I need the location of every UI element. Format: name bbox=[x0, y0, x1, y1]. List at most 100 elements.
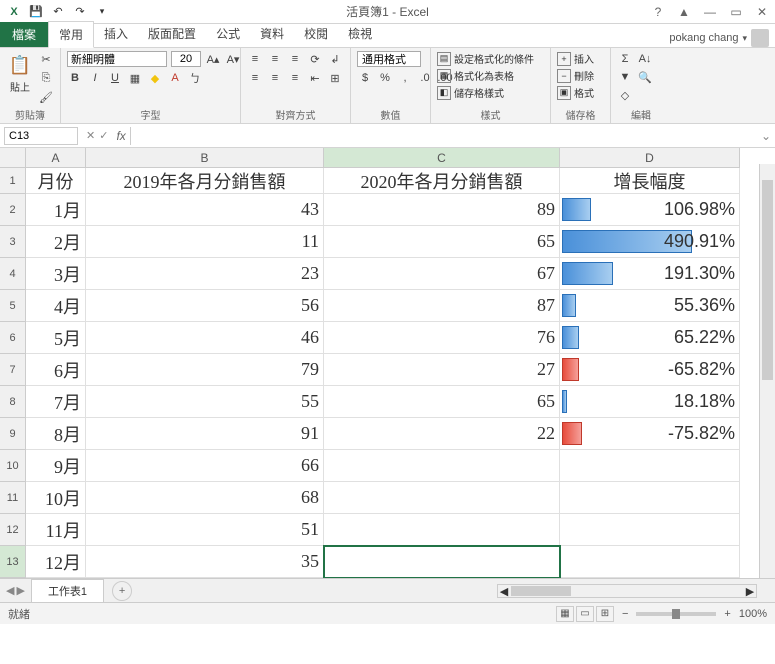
align-left-icon[interactable]: ≡ bbox=[247, 70, 263, 86]
cell-A2[interactable]: 1月 bbox=[26, 194, 86, 226]
currency-icon[interactable]: $ bbox=[357, 70, 373, 86]
font-size-input[interactable] bbox=[171, 51, 201, 67]
cell-D7[interactable]: -65.82% bbox=[560, 354, 740, 386]
border-icon[interactable]: ▦ bbox=[127, 70, 143, 86]
cell-D1[interactable]: 增長幅度 bbox=[560, 168, 740, 194]
row-header-6[interactable]: 6 bbox=[0, 322, 26, 354]
expand-formula-icon[interactable]: ⌄ bbox=[757, 129, 775, 143]
cell-C11[interactable] bbox=[324, 482, 560, 514]
cell-D11[interactable] bbox=[560, 482, 740, 514]
cell-A4[interactable]: 3月 bbox=[26, 258, 86, 290]
format-painter-icon[interactable]: 🖌 bbox=[38, 89, 54, 105]
row-header-7[interactable]: 7 bbox=[0, 354, 26, 386]
horizontal-scrollbar[interactable]: ◀▶ bbox=[497, 584, 757, 598]
cell-B5[interactable]: 56 bbox=[86, 290, 324, 322]
font-color-icon[interactable]: A bbox=[167, 70, 183, 86]
cell-A7[interactable]: 6月 bbox=[26, 354, 86, 386]
ribbon-tab-3[interactable]: 公式 bbox=[206, 21, 250, 47]
copy-icon[interactable]: ⎘ bbox=[38, 70, 54, 86]
cell-D8[interactable]: 18.18% bbox=[560, 386, 740, 418]
align-center-icon[interactable]: ≡ bbox=[267, 70, 283, 86]
sheet-nav-prev-icon[interactable]: ◀ bbox=[6, 584, 14, 597]
cell-D13[interactable] bbox=[560, 546, 740, 578]
add-sheet-button[interactable]: + bbox=[112, 581, 132, 601]
cell-C7[interactable]: 27 bbox=[324, 354, 560, 386]
redo-icon[interactable]: ↷ bbox=[72, 4, 88, 20]
cell-A5[interactable]: 4月 bbox=[26, 290, 86, 322]
cell-C6[interactable]: 76 bbox=[324, 322, 560, 354]
align-middle-icon[interactable]: ≡ bbox=[267, 51, 283, 67]
ribbon-tab-0[interactable]: 常用 bbox=[48, 21, 94, 48]
minimize-icon[interactable]: — bbox=[701, 5, 719, 19]
autosum-icon[interactable]: Σ bbox=[617, 51, 633, 67]
cell-D3[interactable]: 490.91% bbox=[560, 226, 740, 258]
cell-A13[interactable]: 12月 bbox=[26, 546, 86, 578]
cell-D2[interactable]: 106.98% bbox=[560, 194, 740, 226]
underline-icon[interactable]: U bbox=[107, 70, 123, 86]
formula-bar[interactable] bbox=[130, 127, 757, 145]
row-header-4[interactable]: 4 bbox=[0, 258, 26, 290]
align-top-icon[interactable]: ≡ bbox=[247, 51, 263, 67]
cell-B10[interactable]: 66 bbox=[86, 450, 324, 482]
find-icon[interactable]: 🔍 bbox=[637, 69, 653, 85]
zoom-slider[interactable] bbox=[636, 612, 716, 616]
page-break-view-icon[interactable]: ⊞ bbox=[596, 606, 614, 622]
insert-cells-button[interactable]: +插入 bbox=[557, 51, 594, 66]
user-account[interactable]: pokang chang ▾ bbox=[669, 29, 769, 47]
cell-A1[interactable]: 月份 bbox=[26, 168, 86, 194]
cell-B7[interactable]: 79 bbox=[86, 354, 324, 386]
row-header-5[interactable]: 5 bbox=[0, 290, 26, 322]
align-right-icon[interactable]: ≡ bbox=[287, 70, 303, 86]
cell-B1[interactable]: 2019年各月分銷售額 bbox=[86, 168, 324, 194]
maximize-icon[interactable]: ▭ bbox=[727, 5, 745, 19]
cell-B8[interactable]: 55 bbox=[86, 386, 324, 418]
conditional-format-button[interactable]: ▤設定格式化的條件 bbox=[437, 51, 534, 66]
ribbon-tab-4[interactable]: 資料 bbox=[250, 21, 294, 47]
save-icon[interactable]: 💾 bbox=[28, 4, 44, 20]
indent-left-icon[interactable]: ⇤ bbox=[307, 70, 323, 86]
cell-A6[interactable]: 5月 bbox=[26, 322, 86, 354]
comma-icon[interactable]: , bbox=[397, 70, 413, 86]
format-as-table-button[interactable]: ▦格式化為表格 bbox=[437, 68, 514, 83]
row-header-3[interactable]: 3 bbox=[0, 226, 26, 258]
cell-C10[interactable] bbox=[324, 450, 560, 482]
clear-icon[interactable]: ◇ bbox=[617, 87, 633, 103]
qat-dropdown-icon[interactable]: ▾ bbox=[94, 4, 110, 20]
fill-color-icon[interactable]: ◆ bbox=[147, 70, 163, 86]
cell-B6[interactable]: 46 bbox=[86, 322, 324, 354]
col-header-B[interactable]: B bbox=[86, 148, 324, 168]
cell-B3[interactable]: 11 bbox=[86, 226, 324, 258]
ribbon-tab-5[interactable]: 校閱 bbox=[294, 21, 338, 47]
cell-C12[interactable] bbox=[324, 514, 560, 546]
increase-font-icon[interactable]: A▴ bbox=[205, 51, 221, 67]
cell-A12[interactable]: 11月 bbox=[26, 514, 86, 546]
cell-B4[interactable]: 23 bbox=[86, 258, 324, 290]
cell-C4[interactable]: 67 bbox=[324, 258, 560, 290]
zoom-out-icon[interactable]: − bbox=[622, 608, 628, 620]
row-header-2[interactable]: 2 bbox=[0, 194, 26, 226]
sort-icon[interactable]: A↓ bbox=[637, 51, 653, 67]
cell-B2[interactable]: 43 bbox=[86, 194, 324, 226]
delete-cells-button[interactable]: −刪除 bbox=[557, 68, 594, 83]
cell-B12[interactable]: 51 bbox=[86, 514, 324, 546]
row-header-10[interactable]: 10 bbox=[0, 450, 26, 482]
format-cells-button[interactable]: ▣格式 bbox=[557, 85, 594, 100]
col-header-D[interactable]: D bbox=[560, 148, 740, 168]
row-header-12[interactable]: 12 bbox=[0, 514, 26, 546]
orientation-icon[interactable]: ⟳ bbox=[307, 51, 323, 67]
font-name-input[interactable] bbox=[67, 51, 167, 67]
cell-C5[interactable]: 87 bbox=[324, 290, 560, 322]
page-layout-view-icon[interactable]: ▭ bbox=[576, 606, 594, 622]
sheet-tab[interactable]: 工作表1 bbox=[31, 579, 104, 602]
italic-icon[interactable]: I bbox=[87, 70, 103, 86]
cell-D4[interactable]: 191.30% bbox=[560, 258, 740, 290]
normal-view-icon[interactable]: ▦ bbox=[556, 606, 574, 622]
percent-icon[interactable]: % bbox=[377, 70, 393, 86]
cell-C8[interactable]: 65 bbox=[324, 386, 560, 418]
row-header-8[interactable]: 8 bbox=[0, 386, 26, 418]
decrease-font-icon[interactable]: A▾ bbox=[225, 51, 241, 67]
cell-A3[interactable]: 2月 bbox=[26, 226, 86, 258]
close-icon[interactable]: ✕ bbox=[753, 5, 771, 19]
align-bottom-icon[interactable]: ≡ bbox=[287, 51, 303, 67]
row-header-1[interactable]: 1 bbox=[0, 168, 26, 194]
